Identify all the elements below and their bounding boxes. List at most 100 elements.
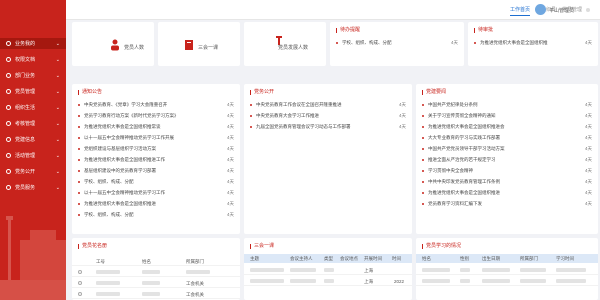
chevron-down-icon: ⌄ (55, 73, 60, 79)
column-header: 姓名 (142, 259, 151, 264)
list-item[interactable]: 中共中央印发党员教育管理工作条例 4天 (422, 178, 592, 186)
column-header: 出生日期 (482, 256, 500, 261)
list-item[interactable]: 党组织建设与基层组织学习活动方案 4天 (78, 145, 234, 153)
bullet-icon (78, 126, 80, 128)
circle-icon (6, 137, 11, 142)
list-item[interactable]: 为推进党组织大事会是全国组织推进 4天 (78, 200, 234, 208)
bullet-icon (422, 159, 424, 161)
row-radio[interactable] (78, 292, 82, 296)
column-header: 姓名 (422, 256, 431, 261)
redacted-text (556, 268, 586, 272)
bullet-icon (78, 104, 80, 106)
list-item[interactable]: 中央党员教育工作会议在全国召开隆重推进 4天 (250, 101, 406, 109)
bullet-icon (422, 137, 424, 139)
bullet-icon (78, 181, 80, 183)
list-item[interactable]: 以十一届五中全会精神推动党员学习工作开展 4天 (78, 134, 234, 142)
sidebar-item-org-life[interactable]: 组织生活 ⌄ (0, 102, 66, 113)
username[interactable]: 平山管理员 (549, 7, 574, 14)
table-row[interactable]: 工会机关 (72, 289, 240, 299)
tab-home[interactable]: 工作首页 (510, 6, 531, 16)
list-item[interactable]: 关于学习宣传贯彻全会精神的通知 4天 (422, 112, 592, 120)
redacted-text (142, 281, 160, 285)
list-item[interactable]: 以十一届五中全会精神推动党员学习工作 4天 (78, 189, 234, 197)
list-item[interactable]: 学校、组织、构成、分配 4天 (336, 39, 458, 47)
sidebar-item-info[interactable]: 党建信息 ⌄ (0, 134, 66, 145)
bullet-icon (78, 214, 80, 216)
sidebar-item-label: 业务我的 (15, 41, 36, 47)
table-row[interactable]: 上海 2022 (244, 276, 412, 286)
list-item[interactable]: 学校、组织、构成、分配 4天 (78, 211, 234, 219)
bullet-icon (78, 115, 80, 117)
tile-label: 三会一课 (198, 45, 219, 51)
table-row[interactable] (416, 276, 598, 286)
list-item[interactable]: 中央党员教育、《党章》学习大会隆重召开 4天 (78, 101, 234, 109)
redacted-text (96, 292, 120, 296)
sidebar-item-label: 党建信息 (15, 137, 36, 143)
bullet-icon (474, 42, 476, 44)
sidebar-item-department[interactable]: 部门业务 ⌄ (0, 70, 66, 81)
list-item[interactable]: 为推进党组织大事会是全国组织推进会 4天 (422, 123, 592, 131)
sidebar-item-members[interactable]: 党员管理 ⌄ (0, 86, 66, 97)
list-item[interactable]: 学校、组织、构成、分配 4天 (78, 178, 234, 186)
bullet-icon (78, 192, 80, 194)
sidebar-item-label: 考核管理 (15, 121, 36, 127)
list-item[interactable]: 中央党员教育大会学习工作推进 4天 (250, 112, 406, 120)
column-header: 学习时间 (556, 256, 574, 261)
list-item[interactable]: 中国共产党党员领导干部学习活动方案 4天 (422, 145, 592, 153)
avatar[interactable] (535, 4, 546, 15)
status-indicator (586, 8, 590, 12)
list-item[interactable]: 为推进党组织大事会是全国组织推常谈 4天 (78, 123, 234, 131)
sidebar-item-assessment[interactable]: 考核管理 ⌄ (0, 118, 66, 129)
list-item[interactable]: 中国共产党纪律处分条例 4天 (422, 101, 592, 109)
column-header: 会议主持人 (290, 256, 313, 261)
redacted-text (422, 268, 450, 272)
tile-meetings[interactable]: 三会一课 (158, 22, 240, 66)
list-item[interactable]: 大大专业教育的学习与实践工作部署 4天 (422, 134, 592, 142)
pending-card: 待审批 为推进党组织大事会是全国组织推 4天 (468, 22, 598, 66)
chevron-down-icon: ⌄ (55, 121, 60, 127)
list-item[interactable]: 为推进党组织大事会是全国组织推 4天 (474, 39, 592, 47)
sidebar-item-permissions[interactable]: 权限文档 ⌄ (0, 54, 66, 65)
sidebar: 业务我的 ⌄ 权限文档 ⌄ 部门业务 ⌄ 党员管理 ⌄ 组织生活 ⌄ 考核管理 … (0, 0, 66, 300)
redacted-text (142, 270, 160, 274)
redacted-text (96, 270, 120, 274)
sidebar-item-affairs[interactable]: 党务公开 ⌄ (0, 166, 66, 177)
circle-icon (6, 57, 11, 62)
bullet-icon (250, 115, 252, 117)
tile-development[interactable]: 党员发展人数 (244, 22, 326, 66)
bullet-icon (250, 126, 252, 128)
tile-member-count[interactable]: 党员人数 (72, 22, 154, 66)
meeting-table-card: 三会一课 主题 会议主持人 类型 会议地点 开展时间 时间 上海 上海 2022 (244, 238, 412, 300)
list-item[interactable]: 为推进党组织大事会是全国组织推进 4天 (422, 189, 592, 197)
row-radio[interactable] (78, 270, 82, 274)
sidebar-item-service[interactable]: 党员服务 ⌄ (0, 182, 66, 193)
sidebar-item-activity[interactable]: 活动管理 ⌄ (0, 150, 66, 161)
tile-label: 党员发展人数 (278, 45, 309, 51)
table-row[interactable]: 工会机关 (72, 278, 240, 288)
study-table-card: 党员学习的情况 姓名 性别 出生日期 所属部门 学习时间 (416, 238, 598, 300)
table-header-row: 主题 会议主持人 类型 会议地点 开展时间 时间 (244, 254, 412, 263)
sidebar-item-business[interactable]: 业务我的 ⌄ (0, 38, 66, 49)
list-item[interactable]: 九届全国党员教育管理会议学习动态与工作部署 4天 (250, 123, 406, 131)
list-item[interactable]: 党员教育学习资料汇编下发 4天 (422, 200, 592, 208)
chevron-down-icon: ⌄ (55, 105, 60, 111)
bullet-icon (422, 170, 424, 172)
chevron-down-icon: ⌄ (55, 185, 60, 191)
redacted-text (482, 268, 510, 272)
card-title: 三会一课 (250, 244, 274, 249)
bullet-icon (422, 181, 424, 183)
table-row[interactable]: 上海 (244, 265, 412, 275)
list-item[interactable]: 党员学习教育行动方案《新时代党员学习方案》 4天 (78, 112, 234, 120)
list-item[interactable]: 学习贯彻中央全会精神 4天 (422, 167, 592, 175)
row-radio[interactable] (78, 281, 82, 285)
redacted-text (96, 281, 120, 285)
sidebar-item-label: 组织生活 (15, 105, 36, 111)
table-row[interactable] (72, 267, 240, 277)
list-item[interactable]: 为推进党组织大事会是全国组织推进工作 4天 (78, 156, 234, 164)
tiananmen-illustration (0, 216, 66, 300)
redacted-text (460, 268, 470, 272)
list-item[interactable]: 基层组织建设中的党员教育学习部署 4天 (78, 167, 234, 175)
list-item[interactable]: 推进全面从严治党的若干规定学习 4天 (422, 156, 592, 164)
party-affairs-card: 党务公开 中央党员教育工作会议在全国召开隆重推进 4天 中央党员教育大会学习工作推… (244, 84, 412, 234)
table-row[interactable] (416, 265, 598, 275)
